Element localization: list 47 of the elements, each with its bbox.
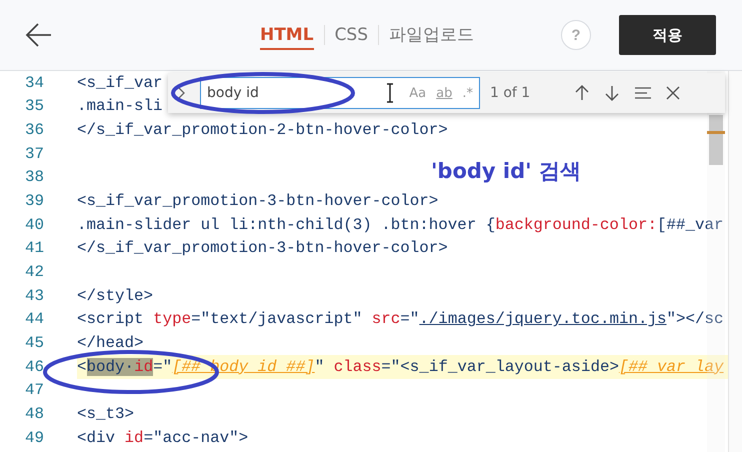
arrow-down-icon[interactable] xyxy=(604,85,620,101)
code-line: <s_if_var_promotion-3-btn-hover-color> xyxy=(77,192,438,210)
search-option-toggle[interactable]: ab xyxy=(436,86,452,100)
line-number: 37 xyxy=(24,144,44,163)
code-line: <s_if_var xyxy=(77,74,163,92)
lines-icon[interactable] xyxy=(634,86,652,100)
find-input-field[interactable]: body id Aa ab .* xyxy=(200,77,480,109)
line-number: 45 xyxy=(24,334,44,352)
code-line: </head> xyxy=(77,334,144,352)
help-button[interactable]: ? xyxy=(561,20,591,50)
code-line: .main-sli xyxy=(77,97,163,116)
line-number: 48 xyxy=(24,405,44,424)
line-number: 36 xyxy=(24,121,44,140)
tab[interactable]: CSS xyxy=(334,20,368,50)
line-number: 49 xyxy=(24,428,44,447)
tab[interactable]: 파일업로드 xyxy=(389,19,474,51)
back-arrow-icon[interactable] xyxy=(25,23,53,47)
line-number: 43 xyxy=(24,286,44,305)
code-line: <script type="text/javascript" src="./images/jquery.toc.min.js"></sc xyxy=(77,310,724,328)
line-number: 46 xyxy=(24,358,44,376)
annotation-label: 'body id' 검색 xyxy=(431,158,581,185)
chevron-icon[interactable] xyxy=(176,85,186,101)
code-line: </s_if_var_promotion-3-btn-hover-color> xyxy=(77,239,448,258)
line-number: 35 xyxy=(24,97,44,116)
line-number: 39 xyxy=(24,192,44,210)
line-number: 47 xyxy=(24,381,44,400)
close-icon[interactable] xyxy=(666,86,680,100)
code-line: <s_t3> xyxy=(77,405,134,424)
search-option-toggle[interactable]: Aa xyxy=(409,86,426,100)
code-line: <div id="acc-nav"> xyxy=(77,428,248,447)
arrow-up-icon[interactable] xyxy=(574,85,590,101)
search-option-toggle[interactable]: .* xyxy=(462,86,473,100)
tab[interactable]: HTML xyxy=(260,20,314,50)
code-line: .main-slider ul li:nth-child(3) .btn:hover {background-color:[##_var xyxy=(77,216,724,234)
line-number: 41 xyxy=(24,239,44,258)
scrollbar-thumb[interactable] xyxy=(709,115,723,165)
line-number: 40 xyxy=(24,216,44,234)
apply-button[interactable]: 적용 xyxy=(619,15,716,55)
line-number: 42 xyxy=(24,263,44,282)
text-cursor-icon xyxy=(385,83,396,103)
line-number: 44 xyxy=(24,310,44,328)
code-line: </s_if_var_promotion-2-btn-hover-color> xyxy=(77,121,448,140)
match-count: 1 of 1 xyxy=(490,85,530,101)
line-number: 38 xyxy=(24,168,44,186)
code-line: </style> xyxy=(77,286,154,305)
match-marker xyxy=(707,131,725,134)
line-number: 34 xyxy=(24,74,44,92)
